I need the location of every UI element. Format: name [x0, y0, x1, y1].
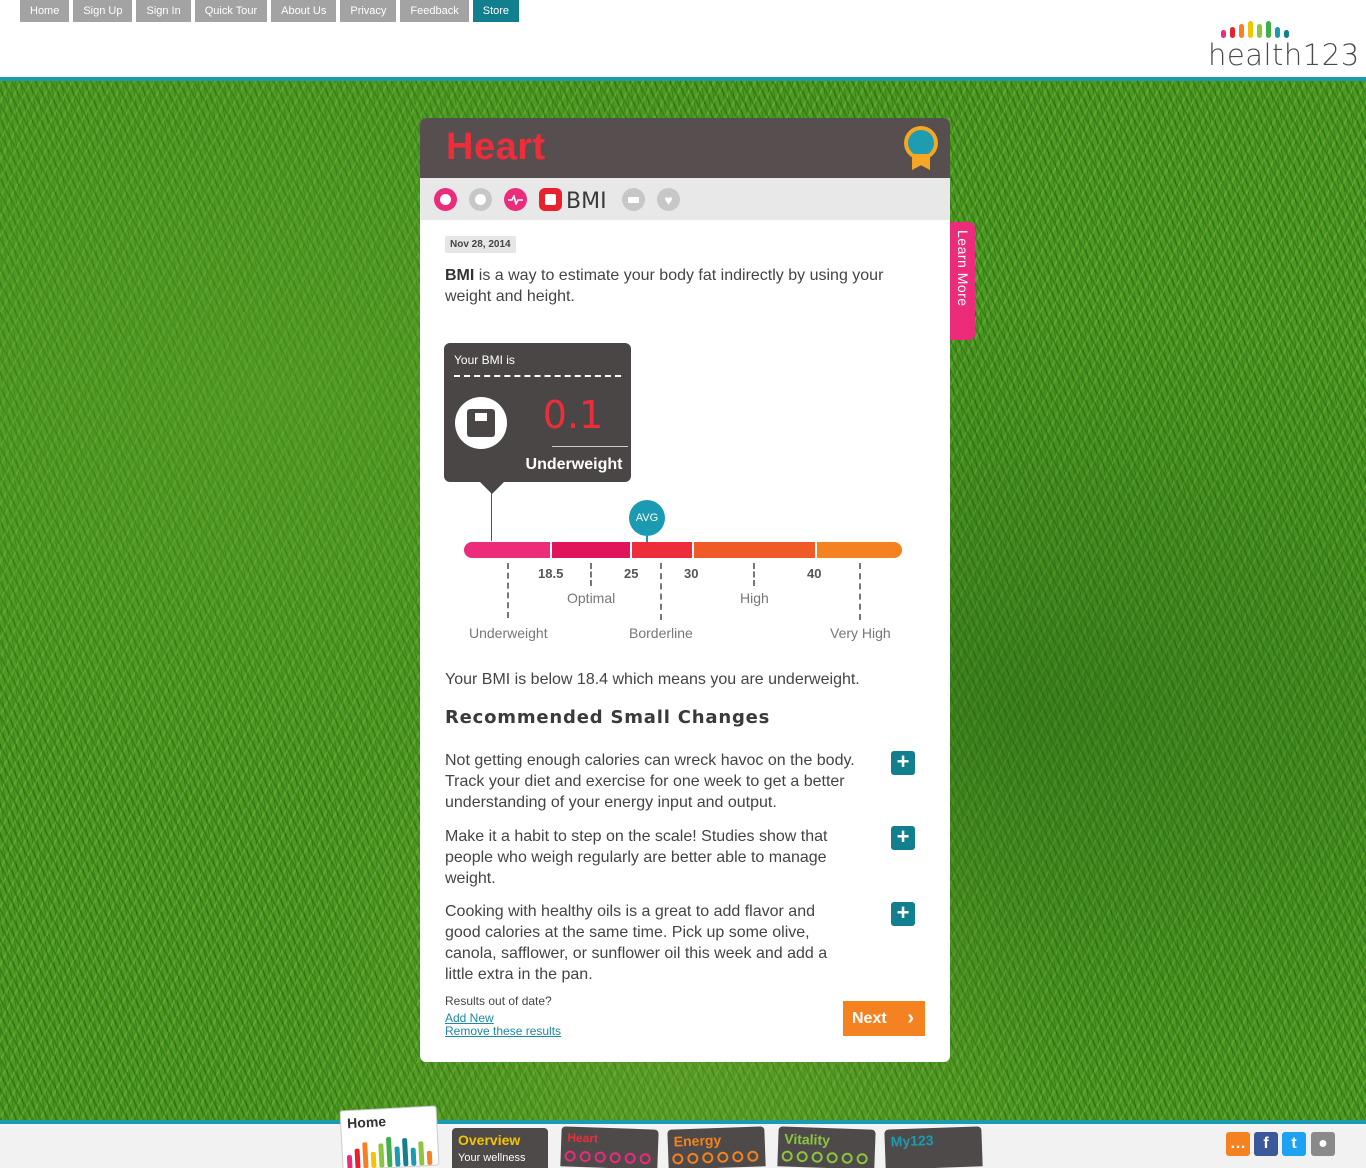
tab-ruler-icon[interactable] [622, 188, 645, 211]
health123-logo[interactable]: health123 [1208, 18, 1359, 72]
divider [454, 375, 621, 377]
bottom-tab-heart[interactable]: Heart [560, 1126, 659, 1168]
remove-results-link[interactable]: Remove these results [445, 1024, 561, 1038]
range-label-optimal: Optimal [567, 590, 616, 606]
tick-label: 30 [684, 566, 699, 581]
scale-tick [590, 563, 592, 586]
bottom-tab-energy[interactable]: Energy [667, 1126, 766, 1168]
learn-more-label: Learn More [955, 230, 971, 307]
pointer-tail [480, 482, 504, 494]
scale-segment-very-high [817, 542, 902, 558]
heart-tab-label: Heart [567, 1130, 599, 1146]
nav-store[interactable]: Store [472, 0, 520, 22]
bmi-term: BMI [445, 267, 475, 284]
tab-bmi-scale-icon[interactable] [539, 188, 562, 211]
overview-tab-label: Overview [458, 1132, 521, 1148]
bmi-intro-text: is a way to estimate your body fat indir… [445, 267, 884, 305]
results-out-of-date: Results out of date? [445, 994, 552, 1008]
nav-feedback[interactable]: Feedback [400, 0, 469, 22]
scale-tick [753, 563, 755, 586]
card-title: Heart [446, 126, 546, 168]
nav-sign-up[interactable]: Sign Up [73, 0, 133, 22]
tab-blood-drop-icon[interactable] [434, 188, 457, 211]
bottom-tab-vitality[interactable]: Vitality [777, 1126, 876, 1168]
home-tab-label: Home [346, 1113, 387, 1132]
facebook-icon[interactable]: f [1254, 1132, 1278, 1156]
energy-tab-label: Energy [673, 1131, 722, 1150]
scale-segment-underweight [464, 542, 552, 558]
energy-tab-icons [672, 1150, 759, 1165]
tip-text: Cooking with healthy oils is a great to … [445, 903, 828, 983]
add-new-link[interactable]: Add New [445, 1011, 494, 1025]
scale-tick [859, 563, 861, 620]
vitality-tab-icons [781, 1150, 868, 1165]
bmi-result-box: Your BMI is 0.1 Underweight [444, 343, 631, 494]
home-bars-icon [346, 1133, 433, 1168]
bmi-summary: Your BMI is below 18.4 which means you a… [445, 671, 860, 688]
expand-plus-icon[interactable]: + [891, 751, 915, 775]
expand-plus-icon[interactable]: + [891, 902, 915, 926]
nav-home[interactable]: Home [20, 0, 70, 22]
divider [552, 446, 628, 447]
nav-privacy[interactable]: Privacy [340, 0, 397, 22]
scale-segment-high [694, 542, 817, 558]
tab-gauge-icon[interactable] [469, 188, 492, 211]
my123-tab-label: My123 [890, 1131, 934, 1150]
metric-tabs: BMI ♥ [420, 178, 950, 220]
nav-quick-tour[interactable]: Quick Tour [194, 0, 268, 22]
avg-marker: AVG [629, 500, 665, 536]
nav-sign-in[interactable]: Sign In [136, 0, 191, 22]
top-bar: Home Sign Up Sign In Quick Tour About Us… [0, 0, 1366, 81]
nav-about-us[interactable]: About Us [271, 0, 337, 22]
tick-label: 18.5 [538, 566, 564, 581]
card-header: Heart [420, 118, 950, 178]
next-button[interactable]: Next › [843, 1001, 925, 1036]
tab-pulse-icon[interactable] [504, 188, 527, 211]
scale-segment-optimal [552, 542, 632, 558]
bmi-label: Your BMI is [454, 353, 515, 367]
expand-plus-icon[interactable]: + [891, 826, 915, 850]
range-label-borderline: Borderline [629, 625, 693, 641]
learn-more-tab[interactable]: Learn More [950, 222, 975, 340]
logo-text: health123 [1208, 38, 1360, 72]
logo-bars-icon [1221, 18, 1289, 38]
scale-icon [455, 397, 507, 449]
bmi-intro: BMI is a way to estimate your body fat i… [445, 265, 925, 307]
recommended-changes-title: Recommended Small Changes [445, 707, 771, 728]
bottom-tab-my123[interactable]: My123 [884, 1126, 983, 1168]
scale-tick [660, 563, 662, 620]
heart-tab-icons [564, 1150, 651, 1165]
apple-icon[interactable]: ● [1311, 1132, 1335, 1156]
chevron-right-icon: › [907, 1007, 914, 1029]
next-label: Next [852, 1010, 887, 1027]
result-date: Nov 28, 2014 [445, 236, 516, 253]
bmi-pointer-line [491, 493, 492, 541]
bmi-card: Heart BMI ♥ Nov 28, 2014 BMI is a way to… [420, 118, 950, 1062]
tick-label: 40 [807, 566, 822, 581]
award-badge-icon [904, 126, 938, 172]
scale-tick [507, 563, 509, 618]
chat-icon[interactable]: … [1226, 1132, 1250, 1156]
overview-tab-subtitle: Your wellness [458, 1152, 526, 1164]
tab-heart-icon[interactable]: ♥ [657, 188, 680, 211]
vitality-tab-label: Vitality [784, 1130, 831, 1149]
bmi-category: Underweight [525, 456, 623, 473]
top-nav: Home Sign Up Sign In Quick Tour About Us… [20, 0, 520, 22]
range-label-underweight: Underweight [469, 625, 548, 641]
tip-text: Not getting enough calories can wreck ha… [445, 752, 855, 811]
bmi-value: 0.1 [542, 393, 604, 437]
bottom-tab-home[interactable]: Home [339, 1105, 440, 1168]
tick-label: 25 [624, 566, 639, 581]
tab-bmi-label[interactable]: BMI [566, 189, 607, 214]
twitter-icon[interactable]: t [1282, 1132, 1306, 1156]
tip-text: Make it a habit to step on the scale! St… [445, 828, 828, 887]
range-label-high: High [740, 590, 769, 606]
scale-segment-borderline [632, 542, 694, 558]
bmi-scale-bar [464, 542, 902, 558]
bottom-tab-overview[interactable]: Overview Your wellness [452, 1128, 548, 1168]
range-label-very-high: Very High [830, 625, 891, 641]
